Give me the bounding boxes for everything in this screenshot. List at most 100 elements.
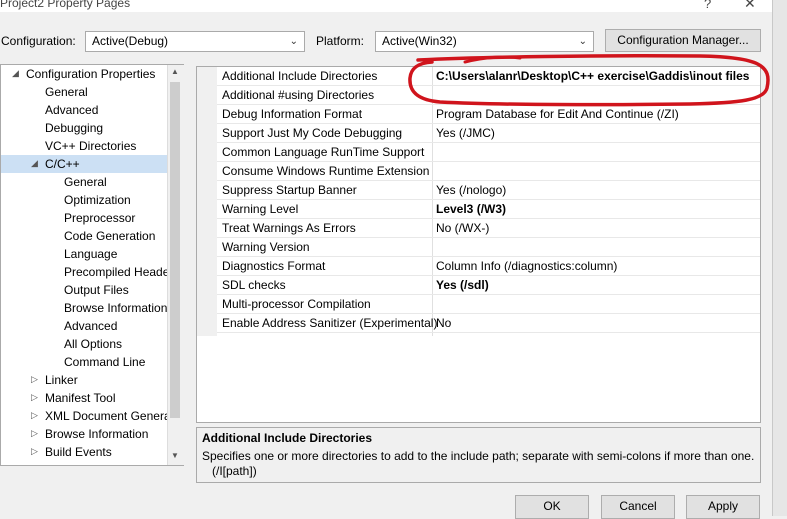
property-name: SDL checks [222,278,286,292]
property-row[interactable]: Debug Information Format Program Database… [217,105,760,124]
collapse-arrow-icon[interactable]: ◢ [31,158,38,169]
property-row[interactable]: Suppress Startup Banner Yes (/nologo) [217,181,760,200]
property-grid-gutter [197,67,217,336]
property-row[interactable]: Diagnostics Format Column Info (/diagnost… [217,257,760,276]
property-name: Suppress Startup Banner [222,183,357,197]
tree-scrollbar-thumb[interactable] [170,82,180,418]
property-row[interactable]: Consume Windows Runtime Extension [217,162,760,181]
property-row[interactable]: Support Just My Code Debugging Yes (/JMC) [217,124,760,143]
property-name: Additional #using Directories [222,88,375,102]
ok-button[interactable]: OK [515,495,589,519]
property-name: Treat Warnings As Errors [222,221,356,235]
tree-item[interactable]: Precompiled Heade [64,263,169,281]
property-value[interactable]: No (/WX-) [436,219,489,238]
property-name: Enable Address Sanitizer (Experimental) [222,316,438,330]
property-row[interactable]: Treat Warnings As Errors No (/WX-) [217,219,760,238]
expand-arrow-icon[interactable]: ▷ [31,392,38,403]
property-value[interactable]: Yes (/JMC) [436,124,495,143]
tree-item[interactable]: General [64,173,107,191]
property-row[interactable]: Additional #using Directories [217,86,760,105]
property-name: Debug Information Format [222,107,363,121]
property-row[interactable]: Enable Address Sanitizer (Experimental) N… [217,314,760,333]
property-row[interactable]: Warning Level Level3 (/W3) [217,200,760,219]
property-row[interactable]: Additional Include Directories C:\Users\a… [217,67,760,86]
tree-item[interactable]: Build Events [45,443,112,461]
property-name: Additional Include Directories [222,69,378,83]
property-row[interactable]: Multi-processor Compilation [217,295,760,314]
close-icon[interactable]: ✕ [744,0,756,12]
tree-item-label: Preprocessor [64,211,136,225]
tree-item[interactable]: Code Generation [64,227,155,245]
apply-button[interactable]: Apply [686,495,760,519]
property-row[interactable]: SDL checks Yes (/sdl) [217,276,760,295]
property-name: Diagnostics Format [222,259,326,273]
collapse-arrow-icon[interactable]: ◢ [12,68,19,79]
expand-arrow-icon[interactable]: ▷ [31,374,38,385]
tree-item-label: General [64,175,107,189]
property-row[interactable]: Warning Version [217,238,760,257]
property-value[interactable]: No [436,314,451,333]
scroll-up-icon[interactable]: ▲ [171,67,179,76]
tree-item-label: Precompiled Heade [64,265,170,279]
tree-item-label: Code Generation [64,229,156,243]
tree-item[interactable]: Configuration Properties [26,65,155,83]
tree-item-label: Browse Information [45,427,149,441]
property-row[interactable]: Common Language RunTime Support [217,143,760,162]
tree-item-label: VC++ Directories [45,139,137,153]
help-icon[interactable]: ? [704,0,711,11]
chevron-down-icon: ⌄ [289,36,298,47]
tree-item-label: Manifest Tool [45,391,116,405]
background-window-edge [772,0,787,516]
property-name: Consume Windows Runtime Extension [222,164,430,178]
tree-item[interactable]: Output Files [64,281,129,299]
tree-item[interactable]: Debugging [45,119,103,137]
description-syntax: (/I[path]) [212,464,257,478]
tree-item[interactable]: VC++ Directories [45,137,136,155]
property-name: Warning Level [222,202,299,216]
tree-item-label: All Options [64,337,123,351]
tree-item-label: General [45,85,88,99]
tree-item-label: XML Document Genera [45,409,171,423]
property-value[interactable]: Yes (/nologo) [436,181,506,200]
tree-item[interactable]: Browse Information [64,299,167,317]
tree-item[interactable]: Language [64,245,117,263]
tree-item-label: Command Line [64,355,146,369]
property-value[interactable]: Program Database for Edit And Continue (… [436,105,679,124]
tree-item-label: Build Events [45,445,112,459]
tree-item[interactable]: All Options [64,335,122,353]
platform-dropdown[interactable]: Active(Win32) ⌄ [375,31,594,52]
property-value[interactable]: Yes (/sdl) [436,276,489,295]
tree-item[interactable]: General [45,83,88,101]
tree-item-label: Debugging [45,121,104,135]
tree-item[interactable]: Manifest Tool [45,389,115,407]
configuration-dropdown[interactable]: Active(Debug) ⌄ [85,31,305,52]
tree-item[interactable]: Linker [45,371,78,389]
tree-item-label: Optimization [64,193,131,207]
tree-item-label: Linker [45,373,78,387]
tree-item[interactable]: Advanced [64,317,117,335]
tree-item[interactable]: Browse Information [45,425,148,443]
expand-arrow-icon[interactable]: ▷ [31,428,38,439]
expand-arrow-icon[interactable]: ▷ [31,446,38,457]
property-value[interactable]: Level3 (/W3) [436,200,506,219]
scroll-down-icon[interactable]: ▼ [171,451,179,460]
tree-item[interactable]: Advanced [45,101,98,119]
configuration-manager-button[interactable]: Configuration Manager... [605,29,761,52]
property-value[interactable]: Column Info (/diagnostics:column) [436,257,617,276]
property-value[interactable]: C:\Users\alanr\Desktop\C++ exercise\Gadd… [436,67,749,86]
tree-item[interactable]: XML Document Genera [45,407,171,425]
property-name: Common Language RunTime Support [222,145,425,159]
tree-item[interactable]: Preprocessor [64,209,135,227]
cancel-button[interactable]: Cancel [601,495,675,519]
tree-item[interactable]: Command Line [64,353,145,371]
tree-item-label: Advanced [45,103,99,117]
tree-item-label: Configuration Properties [26,67,156,81]
platform-label: Platform: [316,34,365,48]
expand-arrow-icon[interactable]: ▷ [31,410,38,421]
tree-item[interactable]: C/C++ [1,155,167,173]
tree-item[interactable]: Optimization [64,191,131,209]
description-text: Specifies one or more directories to add… [202,449,755,463]
tree-item-label: Browse Information [64,301,168,315]
window-title: Project2 Property Pages [0,0,131,10]
property-name: Support Just My Code Debugging [222,126,403,140]
